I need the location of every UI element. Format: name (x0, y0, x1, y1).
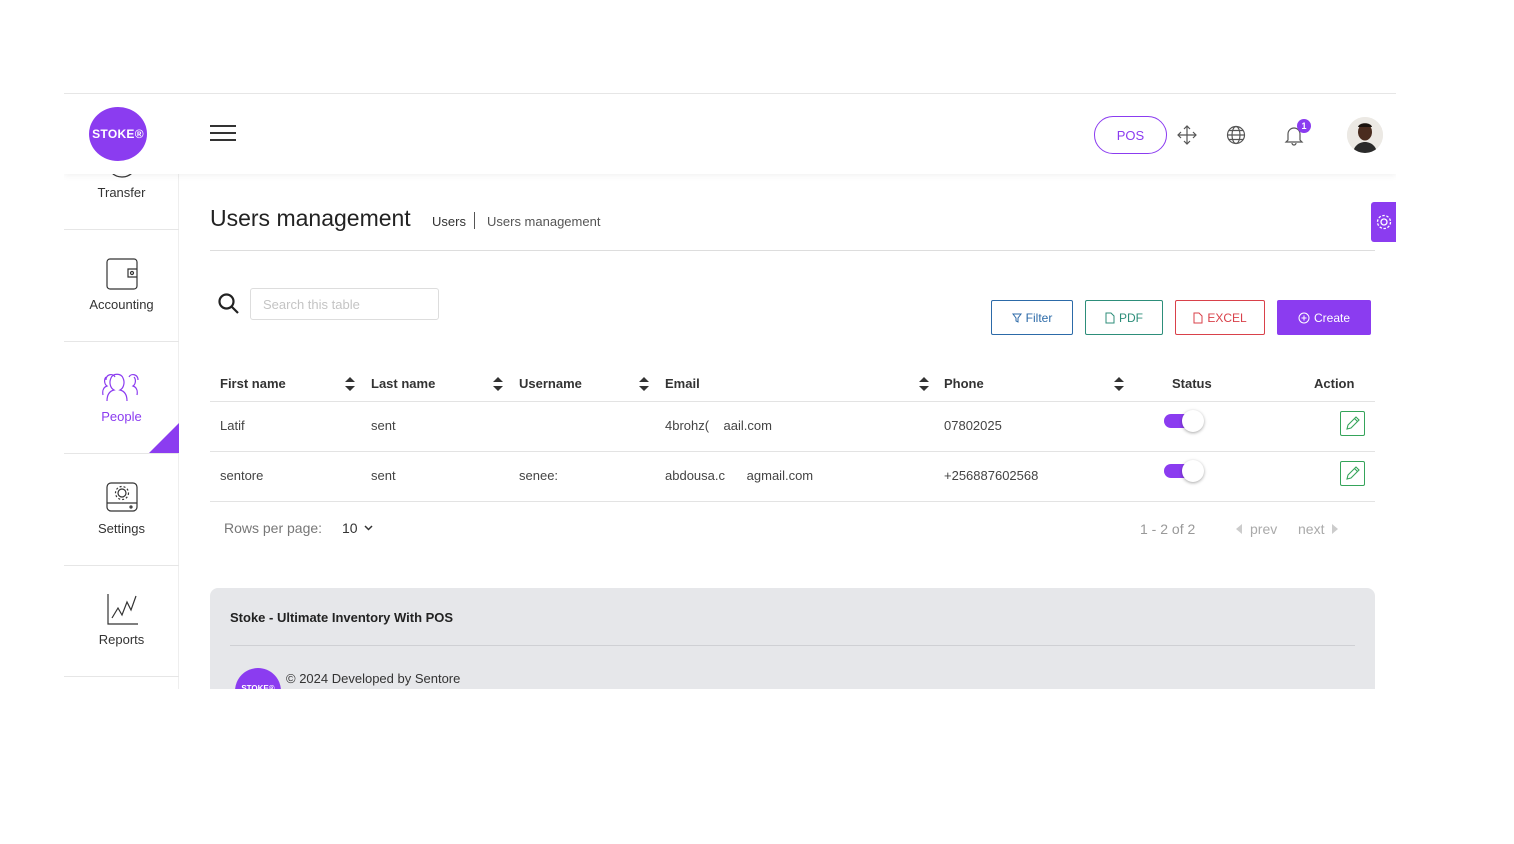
create-label: Create (1313, 310, 1351, 325)
fullscreen-icon[interactable] (1175, 123, 1199, 147)
pagination-info: 1 - 2 of 2 (1140, 521, 1196, 537)
sort-icon[interactable] (919, 377, 929, 391)
gear-icon (1376, 214, 1391, 230)
people-icon (99, 367, 145, 403)
edit-button[interactable] (1340, 411, 1365, 436)
prev-label: prev (1250, 521, 1278, 537)
status-toggle[interactable] (1164, 460, 1204, 482)
divider (210, 401, 1375, 402)
sidebar-item-label: Transfer (97, 185, 146, 200)
edit-icon (1346, 416, 1360, 430)
wallet-icon (105, 255, 139, 291)
footer-title: Stoke - Ultimate Inventory With POS (230, 610, 454, 625)
sidebar-item-label: Settings (98, 521, 145, 536)
menu-icon[interactable] (210, 125, 236, 143)
breadcrumb-separator (474, 212, 475, 229)
sidebar-item-reports[interactable]: Reports (64, 565, 179, 677)
footer-copyright: © 2024 Developed by Sentore (286, 671, 461, 686)
notification-badge: 1 (1297, 119, 1311, 133)
cell-phone: +256887602568 (944, 468, 1039, 483)
cell-username: senee: (519, 468, 559, 483)
breadcrumb-parent[interactable]: Users (432, 214, 466, 229)
sidebar-item-settings[interactable]: Settings (64, 454, 179, 566)
cell-email: abdousa.c agmail.com (665, 468, 814, 483)
plus-circle-icon (1298, 312, 1310, 323)
column-header-phone[interactable]: Phone (944, 366, 984, 401)
edit-icon (1346, 466, 1360, 480)
filter-icon (1011, 313, 1022, 323)
sidebar-item-label: Accounting (89, 297, 154, 312)
sidebar-item-people[interactable]: People (64, 342, 179, 454)
settings-icon (105, 479, 139, 515)
cell-last-name: sent (371, 418, 396, 433)
edit-button[interactable] (1340, 461, 1365, 486)
sidebar-item-label: Reports (98, 632, 145, 647)
cell-email: 4brohz( aail.com (665, 418, 772, 433)
filter-button[interactable]: Filter (991, 300, 1073, 335)
search-icon (217, 292, 241, 321)
caret-left-icon (1236, 524, 1242, 534)
cell-phone: 07802025 (944, 418, 1002, 433)
prev-button[interactable]: prev (1236, 521, 1277, 537)
top-bar: STOKE® POS 1 (64, 94, 1396, 174)
divider (210, 501, 1375, 502)
sidebar-item-label: People (101, 409, 142, 424)
active-indicator (149, 423, 179, 453)
column-header-email[interactable]: Email (665, 366, 700, 401)
next-label: next (1298, 521, 1325, 537)
cell-first-name: sentore (220, 468, 264, 483)
globe-icon[interactable] (1224, 123, 1248, 147)
status-toggle[interactable] (1164, 410, 1204, 432)
chart-icon (105, 590, 139, 626)
divider (230, 645, 1355, 646)
footer: Stoke - Ultimate Inventory With POS STOK… (210, 588, 1375, 689)
rows-per-page-value: 10 (342, 520, 358, 536)
pdf-button[interactable]: PDF (1085, 300, 1163, 335)
file-icon (1193, 312, 1203, 323)
create-button[interactable]: Create (1277, 300, 1371, 335)
divider (210, 451, 1375, 452)
file-icon (1105, 312, 1115, 323)
customizer-toggle[interactable] (1371, 202, 1396, 242)
divider (210, 250, 1375, 251)
column-header-username[interactable]: Username (519, 366, 582, 401)
next-button[interactable]: next (1298, 521, 1339, 537)
cell-first-name: Latif (220, 418, 245, 433)
user-avatar[interactable] (1347, 117, 1383, 153)
pdf-label: PDF (1119, 310, 1143, 325)
rows-per-page-label: Rows per page: (224, 520, 323, 536)
excel-label: EXCEL (1207, 310, 1247, 325)
caret-right-icon (1332, 524, 1339, 534)
main-content: Users management Users Users management … (210, 174, 1375, 689)
app-window: STOKE® POS 1 Transfer Accounting People … (64, 93, 1396, 689)
search-input[interactable] (250, 288, 439, 320)
column-header-last-name[interactable]: Last name (371, 366, 435, 401)
sort-icon[interactable] (345, 377, 355, 391)
filter-label: Filter (1025, 310, 1053, 325)
sort-icon[interactable] (1114, 377, 1124, 391)
sidebar: Transfer Accounting People Settings Repo… (64, 146, 179, 689)
chevron-down-icon (364, 525, 373, 531)
breadcrumb-current: Users management (487, 214, 601, 229)
page-title: Users management (210, 205, 411, 231)
sort-icon[interactable] (493, 377, 503, 391)
excel-button[interactable]: EXCEL (1175, 300, 1265, 335)
sort-icon[interactable] (639, 377, 649, 391)
column-header-action: Action (1314, 376, 1355, 391)
rows-per-page-select[interactable]: 10 (342, 520, 373, 536)
column-header-first-name[interactable]: First name (220, 366, 286, 401)
pos-button[interactable]: POS (1094, 116, 1167, 154)
column-header-status: Status (1172, 376, 1212, 391)
footer-logo: STOKE® (235, 668, 281, 689)
brand-logo[interactable]: STOKE® (89, 107, 147, 161)
sidebar-item-accounting[interactable]: Accounting (64, 230, 179, 342)
cell-last-name: sent (371, 468, 396, 483)
